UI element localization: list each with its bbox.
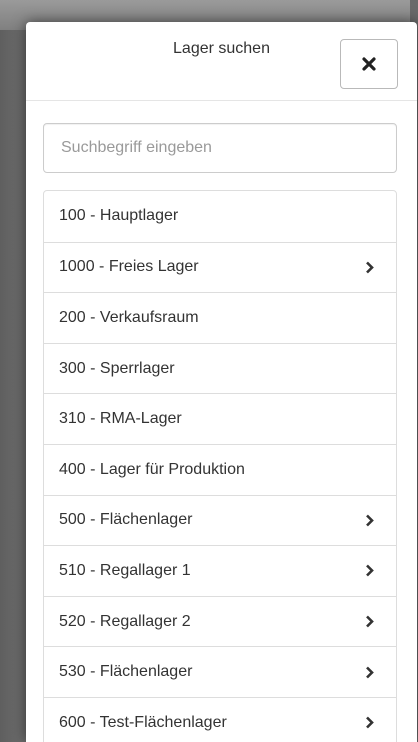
list-item[interactable]: 300 - Sperrlager — [44, 342, 396, 394]
list-item[interactable]: 600 - Test-Flächenlager — [44, 696, 396, 742]
list-item-label: 200 - Verkaufsraum — [59, 308, 199, 326]
modal-body: 100 - Hauptlager 1000 - Freies Lager 200 -… — [26, 101, 417, 742]
list-item-label: 530 - Flächenlager — [59, 663, 193, 681]
chevron-right-icon — [365, 261, 374, 274]
list-item-label: 1000 - Freies Lager — [59, 258, 199, 276]
list-item-label: 520 - Regallager 2 — [59, 612, 191, 630]
chevron-right-icon — [365, 716, 374, 729]
chevron-right-icon — [365, 564, 374, 577]
list-item-label: 400 - Lager für Produktion — [59, 460, 245, 478]
list-item[interactable]: 500 - Flächenlager — [44, 494, 396, 546]
close-button[interactable] — [340, 39, 398, 89]
list-item[interactable]: 310 - RMA-Lager — [44, 393, 396, 444]
close-icon — [362, 57, 376, 71]
list-item[interactable]: 100 - Hauptlager — [44, 191, 396, 242]
list-item-label: 510 - Regallager 1 — [59, 561, 191, 579]
list-item-label: 600 - Test-Flächenlager — [59, 713, 227, 731]
chevron-right-icon — [365, 615, 374, 628]
list-item[interactable]: 530 - Flächenlager — [44, 646, 396, 697]
list-item[interactable]: 200 - Verkaufsraum — [44, 292, 396, 343]
search-input[interactable] — [43, 123, 397, 173]
chevron-right-icon — [365, 666, 374, 679]
modal-header: Lager suchen — [26, 22, 417, 101]
warehouse-list: 100 - Hauptlager 1000 - Freies Lager 200 -… — [43, 190, 397, 742]
list-item-label: 500 - Flächenlager — [59, 511, 193, 529]
chevron-right-icon — [365, 514, 374, 527]
list-item[interactable]: 520 - Regallager 2 — [44, 595, 396, 647]
list-item-label: 310 - RMA-Lager — [59, 410, 182, 428]
list-item-label: 100 - Hauptlager — [59, 207, 179, 225]
list-item[interactable]: 400 - Lager für Produktion — [44, 443, 396, 495]
list-item-label: 300 - Sperrlager — [59, 359, 175, 377]
list-item[interactable]: 1000 - Freies Lager — [44, 241, 396, 293]
warehouse-search-modal: Lager suchen 100 - Hauptlager 1000 - Frei… — [26, 22, 417, 742]
list-item[interactable]: 510 - Regallager 1 — [44, 545, 396, 596]
